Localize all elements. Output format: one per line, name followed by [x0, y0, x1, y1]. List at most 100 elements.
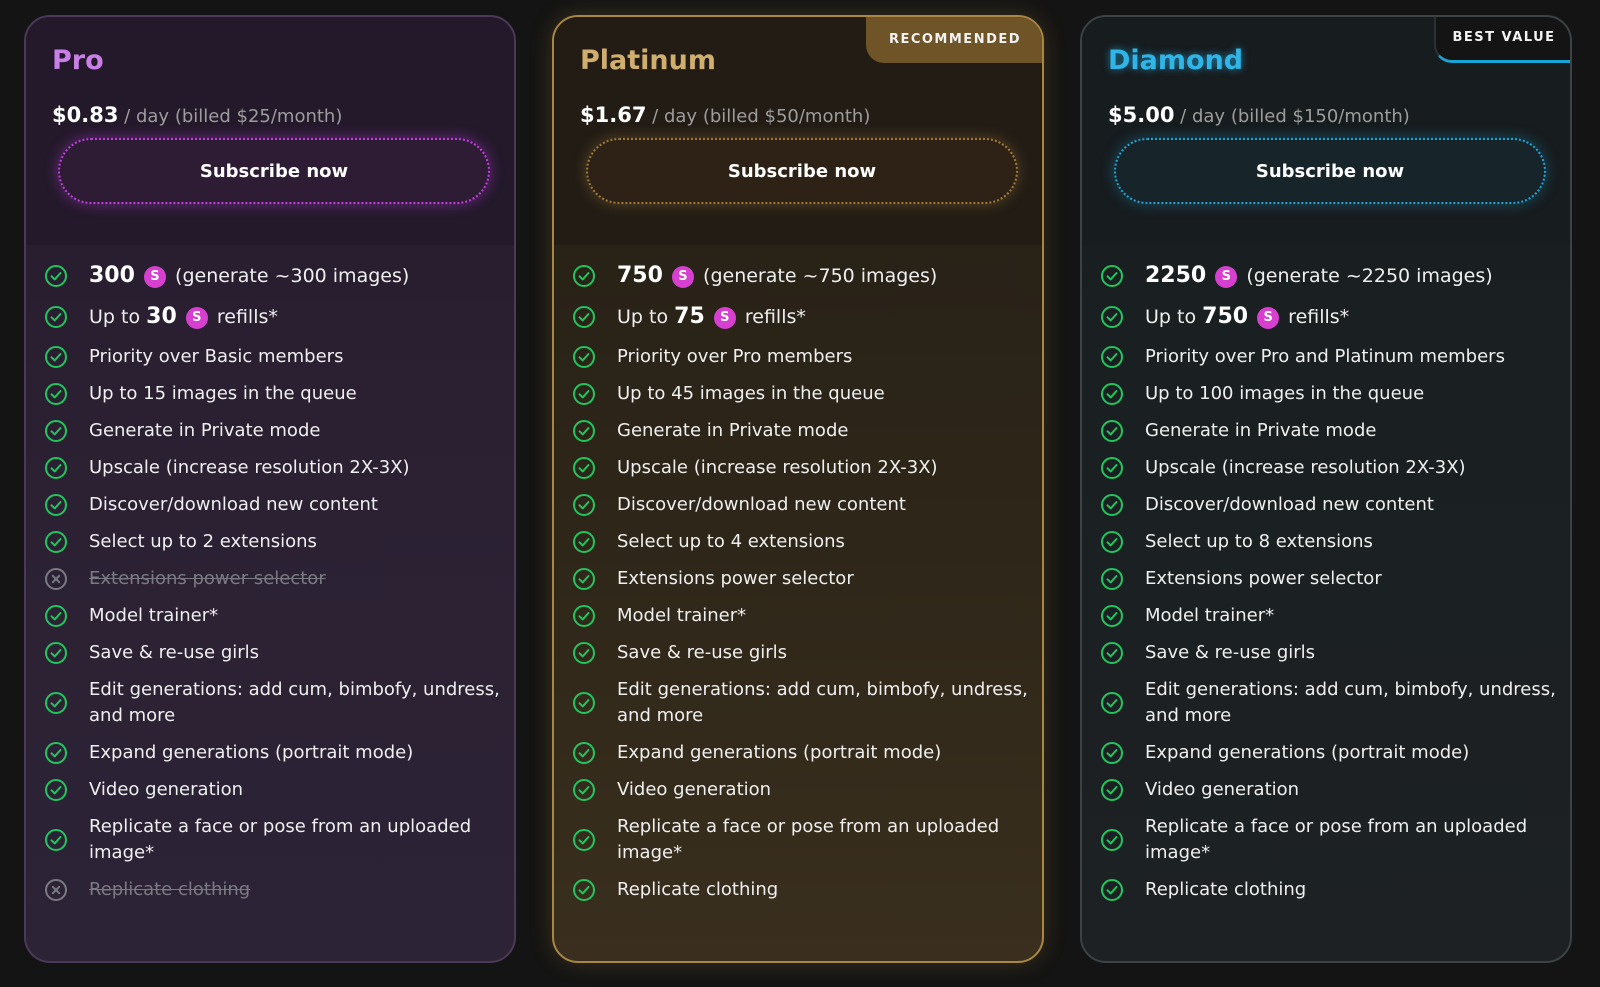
feature-item: Priority over Basic members — [44, 344, 504, 370]
feature-text: Expand generations (portrait mode) — [89, 742, 414, 763]
feature-text: Priority over Pro and Platinum members — [1145, 346, 1505, 367]
feature-item: Edit generations: add cum, bimbofy, undr… — [44, 677, 504, 729]
feature-item: Edit generations: add cum, bimbofy, undr… — [1100, 677, 1560, 729]
recommended-badge: RECOMMENDED — [866, 17, 1042, 63]
feature-item: Replicate a face or pose from an uploade… — [572, 814, 1032, 866]
check-circle-icon — [572, 604, 596, 628]
feature-text: Edit generations: add cum, bimbofy, undr… — [89, 679, 500, 726]
credit-amount: 300 — [89, 263, 135, 288]
feature-text: Generate in Private mode — [1145, 420, 1377, 441]
plan-price: $5.00 / day (billed $150/month) — [1108, 103, 1410, 127]
feature-item: Priority over Pro and Platinum members — [1100, 344, 1560, 370]
credit-coin-icon: S — [1257, 307, 1280, 329]
feature-text: 300 S (generate ~300 images) — [89, 263, 504, 289]
feature-item: Select up to 4 extensions — [572, 529, 1032, 555]
feature-text: Select up to 2 extensions — [89, 531, 317, 552]
subscribe-button-diamond[interactable]: Subscribe now — [1114, 138, 1546, 204]
feature-item: Expand generations (portrait mode) — [1100, 740, 1560, 766]
feature-item: 2250 S (generate ~2250 images) — [1100, 263, 1560, 289]
best-value-badge: BEST VALUE — [1434, 17, 1570, 63]
feature-text: Select up to 8 extensions — [1145, 531, 1373, 552]
feature-item: Replicate clothing — [1100, 877, 1560, 903]
feature-text: Upscale (increase resolution 2X-3X) — [89, 457, 410, 478]
feature-item: Up to 15 images in the queue — [44, 381, 504, 407]
feature-text: Generate in Private mode — [89, 420, 321, 441]
feature-item: Up to 45 images in the queue — [572, 381, 1032, 407]
feature-item: Discover/download new content — [1100, 492, 1560, 518]
feature-list: 2250 S (generate ~2250 images) Up to 750 … — [1100, 263, 1560, 914]
feature-text: Up to 15 images in the queue — [89, 383, 357, 404]
feature-item: Extensions power selector — [1100, 566, 1560, 592]
feature-item: Replicate a face or pose from an uploade… — [44, 814, 504, 866]
check-circle-icon — [1100, 567, 1124, 591]
feature-suffix: (generate ~750 images) — [703, 265, 938, 287]
feature-prefix: Up to — [1145, 306, 1197, 328]
feature-item: 750 S (generate ~750 images) — [572, 263, 1032, 289]
price-billing: (billed $25/month) — [174, 106, 343, 127]
feature-item: Select up to 2 extensions — [44, 529, 504, 555]
feature-prefix: Up to — [89, 306, 141, 328]
plan-name: Pro — [52, 45, 104, 76]
feature-item: Edit generations: add cum, bimbofy, undr… — [572, 677, 1032, 729]
credit-amount: 30 — [146, 304, 177, 329]
feature-text: Select up to 4 extensions — [617, 531, 845, 552]
credit-coin-icon: S — [713, 307, 736, 329]
feature-list: 750 S (generate ~750 images) Up to 75 S r… — [572, 263, 1032, 914]
subscribe-button-platinum[interactable]: Subscribe now — [586, 138, 1018, 204]
feature-item: Video generation — [572, 777, 1032, 803]
feature-text: Edit generations: add cum, bimbofy, undr… — [1145, 679, 1556, 726]
feature-text: Replicate a face or pose from an uploade… — [89, 816, 472, 863]
feature-suffix: refills* — [744, 306, 806, 328]
plan-price: $1.67 / day (billed $50/month) — [580, 103, 870, 127]
feature-text: Video generation — [617, 779, 772, 800]
check-circle-icon — [572, 419, 596, 443]
pricing-cards: Pro $0.83 / day (billed $25/month) Subsc… — [0, 0, 1600, 987]
feature-item: Replicate a face or pose from an uploade… — [1100, 814, 1560, 866]
feature-text: Edit generations: add cum, bimbofy, undr… — [617, 679, 1028, 726]
check-circle-icon — [572, 530, 596, 554]
check-circle-icon — [44, 641, 68, 665]
feature-item: Expand generations (portrait mode) — [572, 740, 1032, 766]
feature-item: Save & re-use girls — [572, 640, 1032, 666]
check-circle-icon — [44, 345, 68, 369]
feature-suffix: (generate ~300 images) — [175, 265, 410, 287]
plan-price: $0.83 / day (billed $25/month) — [52, 103, 342, 127]
feature-prefix: Up to — [617, 306, 669, 328]
feature-text: Model trainer* — [89, 605, 219, 626]
feature-item: Generate in Private mode — [1100, 418, 1560, 444]
feature-item: Select up to 8 extensions — [1100, 529, 1560, 555]
check-circle-icon — [44, 493, 68, 517]
plan-card-platinum: Platinum $1.67 / day (billed $50/month) … — [552, 15, 1044, 963]
price-billing: (billed $50/month) — [702, 106, 871, 127]
check-circle-icon — [572, 878, 596, 902]
feature-item: Video generation — [44, 777, 504, 803]
feature-text: Discover/download new content — [617, 494, 906, 515]
feature-item: Generate in Private mode — [44, 418, 504, 444]
check-circle-icon — [572, 778, 596, 802]
check-circle-icon — [1100, 741, 1124, 765]
feature-text: Expand generations (portrait mode) — [1145, 742, 1470, 763]
feature-item: Upscale (increase resolution 2X-3X) — [1100, 455, 1560, 481]
feature-text: Extensions power selector — [1145, 568, 1382, 589]
feature-text: Save & re-use girls — [1145, 642, 1316, 663]
feature-suffix: refills* — [216, 306, 278, 328]
plan-card-diamond: Diamond $5.00 / day (billed $150/month) … — [1080, 15, 1572, 963]
plan-name: Diamond — [1108, 45, 1244, 76]
check-circle-icon — [572, 264, 596, 288]
feature-item: Expand generations (portrait mode) — [44, 740, 504, 766]
feature-item: Upscale (increase resolution 2X-3X) — [44, 455, 504, 481]
feature-text: Upscale (increase resolution 2X-3X) — [1145, 457, 1466, 478]
feature-text: Up to 30 S refills* — [89, 304, 504, 330]
check-circle-icon — [572, 493, 596, 517]
check-circle-icon — [1100, 345, 1124, 369]
credit-coin-icon: S — [1215, 266, 1238, 288]
feature-text: Replicate clothing — [617, 879, 779, 900]
check-circle-icon — [1100, 828, 1124, 852]
subscribe-button-pro[interactable]: Subscribe now — [58, 138, 490, 204]
feature-item: Discover/download new content — [572, 492, 1032, 518]
feature-text: Discover/download new content — [1145, 494, 1434, 515]
check-circle-icon — [1100, 778, 1124, 802]
check-circle-icon — [44, 264, 68, 288]
x-circle-icon — [44, 567, 68, 591]
feature-suffix: (generate ~2250 images) — [1246, 265, 1493, 287]
